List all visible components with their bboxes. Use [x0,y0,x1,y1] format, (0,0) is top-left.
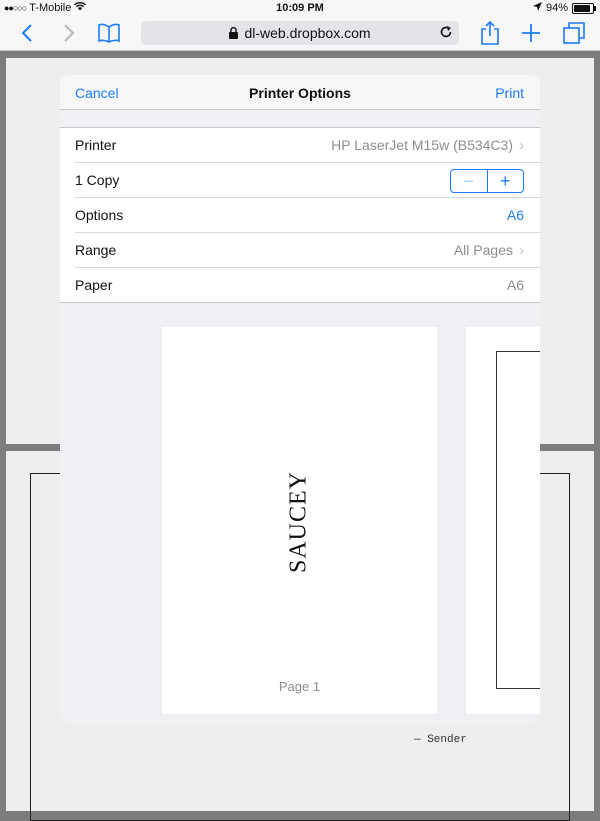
paper-value: A6 [506,277,524,293]
options-list: Printer HP LaserJet M15w (B534C3) › 1 Co… [60,127,540,303]
range-label: Range [75,242,117,258]
paper-row[interactable]: Paper A6 [75,268,540,302]
options-row[interactable]: Options A6 [75,198,540,233]
share-icon [481,21,499,45]
printer-row[interactable]: Printer HP LaserJet M15w (B534C3) › [75,128,540,163]
preview-page-text: SAUCEY [285,470,312,574]
plus-icon [522,24,540,42]
printer-options-dialog: Cancel Printer Options Print Printer HP … [60,75,540,724]
printer-value: HP LaserJet M15w (B534C3) [331,137,513,153]
back-button[interactable] [14,20,40,46]
copies-label: 1 Copy [75,172,120,188]
page-number-label: Page 1 [278,679,321,694]
paper-label: Paper [75,277,113,293]
status-bar: ●●○○○ T-Mobile 10:09 PM 94% [0,0,600,16]
address-bar[interactable]: dl-web.dropbox.com [141,21,459,45]
reload-icon [440,26,452,38]
chevron-left-icon [21,24,32,42]
new-tab-button[interactable] [518,20,544,46]
tabs-icon [563,22,585,44]
dialog-title: Printer Options [249,85,351,101]
copies-stepper[interactable]: − + [450,169,524,193]
tabs-button[interactable] [561,20,587,46]
range-value: All Pages [453,242,513,258]
options-value: A6 [506,207,524,223]
chevron-right-icon: › [519,241,524,259]
lock-icon [229,27,239,39]
print-button[interactable]: Print [495,85,524,101]
range-row[interactable]: Range All Pages › [75,233,540,268]
chevron-right-icon [64,24,75,42]
location-arrow-icon [532,2,542,14]
forward-button[interactable] [56,20,82,46]
book-icon [98,23,120,43]
battery-indicator: 94% [532,2,596,14]
reload-button[interactable] [439,25,453,39]
options-label: Options [75,207,124,223]
bookmarks-button[interactable] [96,20,122,46]
clock: 10:09 PM [276,2,324,14]
print-preview-page[interactable]: SAUCEY Page 1 [162,327,437,714]
dialog-header: Cancel Printer Options Print [60,75,540,110]
document-frame [496,351,540,689]
battery-percent: 94% [545,2,568,14]
sender-text: — Sender [414,734,467,746]
browser-toolbar: dl-web.dropbox.com [0,16,600,51]
increment-button[interactable]: + [488,170,524,192]
chevron-right-icon: › [519,136,524,154]
print-preview-next-page[interactable] [466,327,540,714]
decrement-button[interactable]: − [451,170,488,192]
url-text: dl-web.dropbox.com [244,25,371,41]
share-button[interactable] [477,20,503,46]
printer-label: Printer [75,137,117,153]
copies-row: 1 Copy − + [75,163,540,198]
battery-icon [572,2,596,14]
